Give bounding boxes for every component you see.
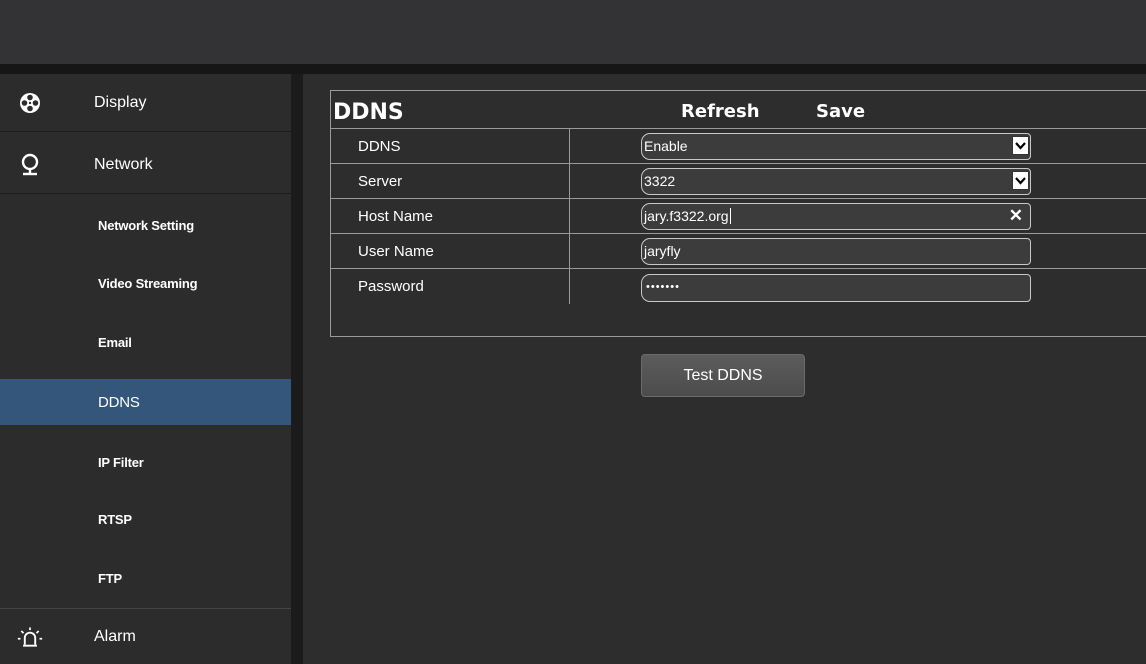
sidebar-subitem-video-streaming[interactable]: Video Streaming [0, 260, 291, 306]
sidebar-subitem-ftp[interactable]: FTP [0, 555, 291, 601]
sidebar-subitem-email[interactable]: Email [0, 319, 291, 365]
server-select[interactable]: 3322 [641, 168, 1031, 195]
chevron-down-icon[interactable] [1012, 171, 1029, 190]
sidebar-subitem-ip-filter[interactable]: IP Filter [0, 439, 291, 485]
ddns-enable-select[interactable]: Enable [641, 133, 1031, 160]
sidebar-subitem-label: Email [98, 334, 132, 350]
sidebar-subitem-network-setting[interactable]: Network Setting [0, 202, 291, 248]
input-value: jaryfly [644, 243, 681, 259]
sidebar-item-label: Network [94, 155, 153, 173]
close-icon[interactable]: ✕ [1009, 206, 1023, 226]
sidebar-subitem-rtsp[interactable]: RTSP [0, 496, 291, 542]
password-value: ••••••• [646, 281, 680, 293]
sidebar-divider [291, 74, 303, 664]
globe-pin-icon [17, 152, 43, 178]
sidebar: Display Network Network Setting Video St… [0, 74, 291, 664]
sidebar-subitem-label: RTSP [98, 511, 132, 527]
sidebar-item-label: Alarm [94, 627, 136, 645]
sidebar-item-network[interactable]: Network [0, 136, 291, 194]
refresh-button[interactable]: Refresh [681, 101, 760, 122]
field-label: Host Name [358, 208, 434, 225]
sidebar-subitem-label: FTP [98, 570, 122, 586]
select-value: Enable [644, 138, 688, 154]
field-label: DDNS [358, 138, 401, 155]
top-header-bar [0, 0, 1146, 65]
sidebar-item-label: Display [94, 93, 147, 111]
film-reel-icon [17, 90, 43, 116]
form-row-user-name: User Name jaryfly [331, 234, 1146, 269]
field-label: User Name [358, 243, 434, 260]
select-value: 3322 [644, 173, 676, 189]
input-value: jary.f3322.org [644, 208, 729, 224]
test-ddns-button[interactable]: Test DDNS [641, 354, 805, 397]
ddns-form: DDNS Refresh Save DDNS Enable Server 332… [330, 90, 1146, 337]
header-divider [0, 64, 1146, 74]
sidebar-subitem-label: IP Filter [98, 454, 144, 470]
sidebar-subitem-label: Network Setting [98, 217, 194, 233]
form-row-password: Password ••••••• [331, 269, 1146, 304]
chevron-down-icon[interactable] [1012, 136, 1029, 155]
user-name-input[interactable]: jaryfly [641, 238, 1031, 265]
form-row-server: Server 3322 [331, 164, 1146, 199]
sidebar-item-alarm[interactable]: Alarm [0, 608, 291, 664]
form-row-host-name: Host Name jary.f3322.org ✕ [331, 199, 1146, 234]
host-name-input[interactable]: jary.f3322.org ✕ [641, 203, 1031, 230]
field-label: Server [358, 173, 403, 190]
sidebar-subitem-label: DDNS [98, 393, 140, 411]
page-title: DDNS [333, 100, 404, 125]
save-button[interactable]: Save [816, 101, 865, 122]
sidebar-subitem-ddns[interactable]: DDNS [0, 379, 291, 425]
alarm-light-icon [17, 624, 43, 650]
text-cursor [729, 208, 731, 224]
password-input[interactable]: ••••••• [641, 274, 1031, 302]
sidebar-item-display[interactable]: Display [0, 74, 291, 132]
form-row-ddns: DDNS Enable [331, 129, 1146, 164]
field-label: Password [358, 278, 424, 295]
form-header: DDNS Refresh Save [331, 91, 1146, 129]
sidebar-subitem-label: Video Streaming [98, 275, 198, 291]
